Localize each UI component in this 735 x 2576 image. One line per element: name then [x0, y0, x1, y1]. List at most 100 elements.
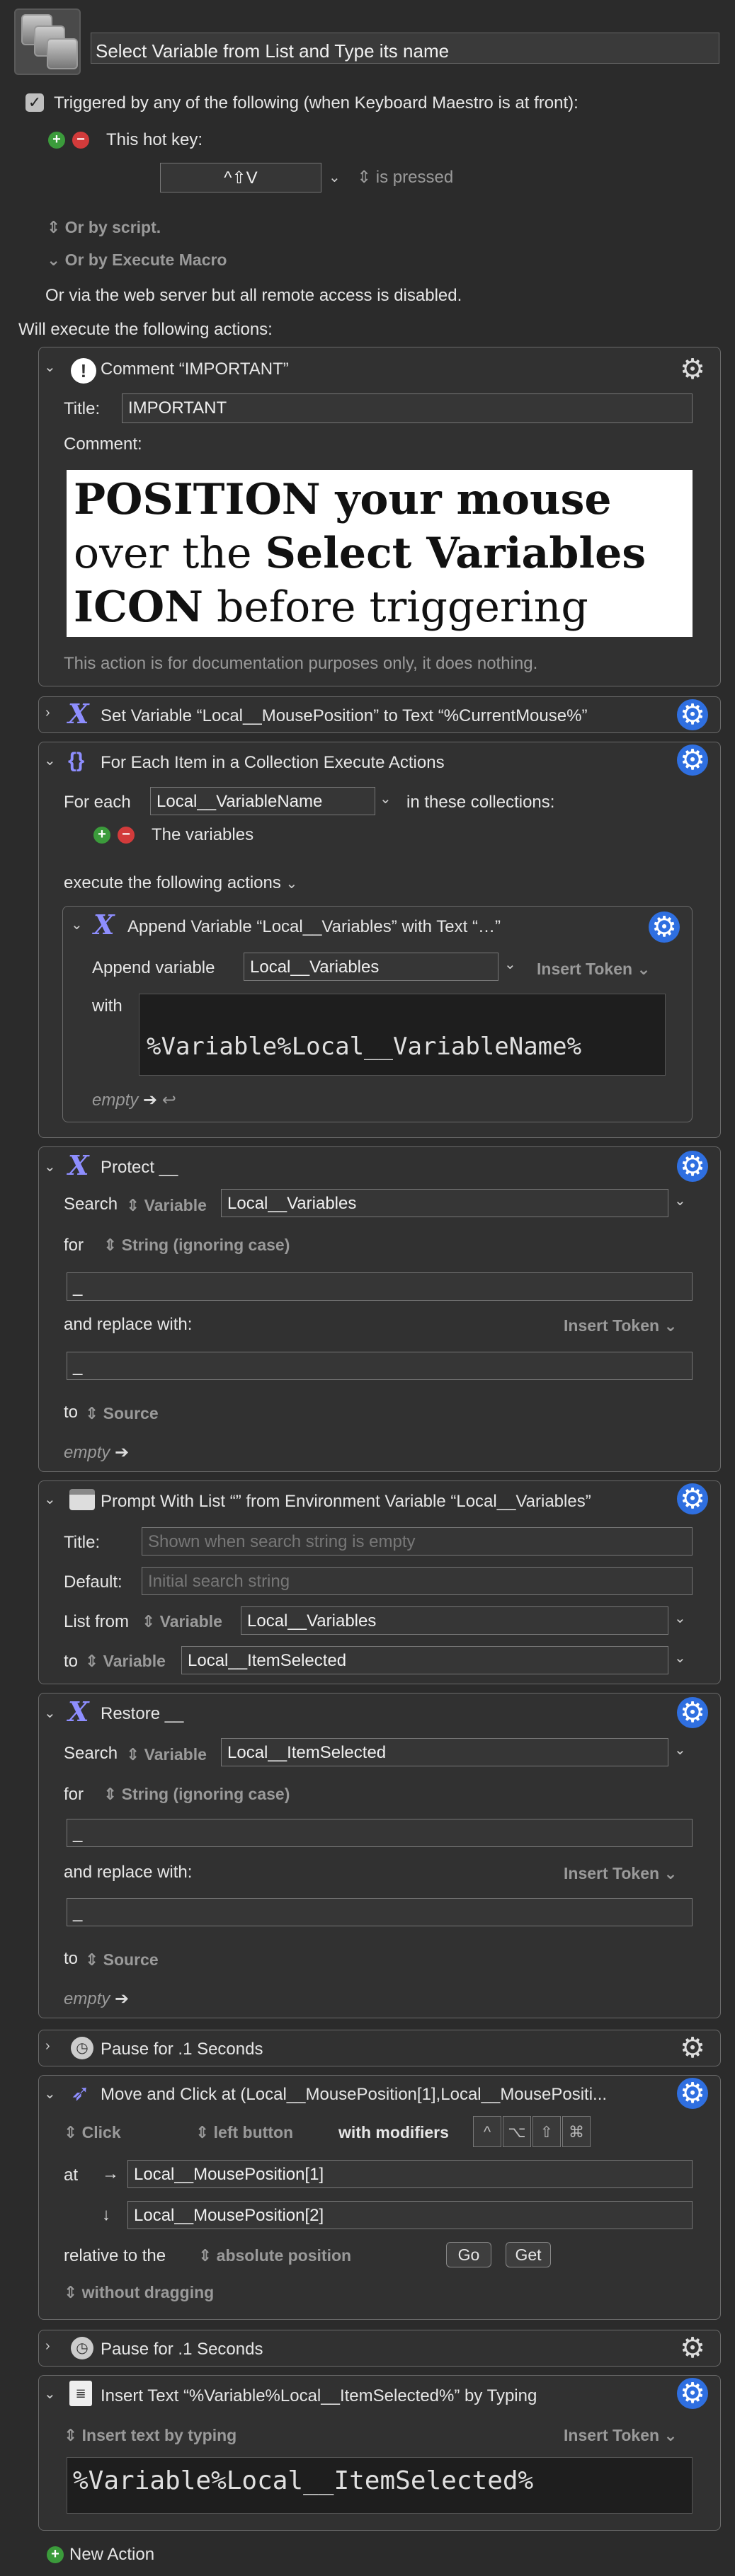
chevron-right-icon[interactable]: › [45, 2038, 50, 2054]
gear-icon[interactable]: ⚙ [677, 1151, 708, 1182]
protect-match-mode-select[interactable]: ⇕ String (ignoring case) [103, 1236, 290, 1255]
trigger-text: Triggered by any of the following (when … [54, 93, 579, 113]
modifier-option-key[interactable]: ⌥ [503, 2116, 531, 2147]
prompt-default-field[interactable]: Initial search string [142, 1567, 693, 1595]
protect-replace-field[interactable]: _ [67, 1352, 693, 1380]
gear-icon[interactable]: ⚙ [677, 1483, 708, 1514]
chevron-down-icon[interactable]: ⌄ [674, 1192, 686, 1209]
with-label: with [92, 996, 122, 1016]
modifier-command-key[interactable]: ⌘ [562, 2116, 591, 2147]
hotkey-mode-select[interactable]: ⇕ is pressed [357, 167, 453, 188]
gear-icon[interactable]: ⚙ [677, 2333, 708, 2364]
or-by-execute-macro[interactable]: ⌄ Or by Execute Macro [47, 251, 227, 270]
chevron-right-icon[interactable]: › [45, 705, 50, 721]
chevron-down-icon[interactable]: ⌄ [504, 955, 516, 973]
restore-source-type-select[interactable]: ⇕ Variable [126, 1745, 207, 1764]
prompt-to-type-select[interactable]: ⇕ Variable [85, 1652, 166, 1671]
comment-bold-1: POSITION your mouse [74, 475, 612, 524]
append-variable-field[interactable]: Local__Variables [244, 953, 498, 981]
prompt-list-variable-field[interactable]: Local__Variables [241, 1606, 668, 1635]
or-by-script[interactable]: ⇕ Or by script. [47, 218, 161, 237]
prompt-to-variable-field[interactable]: Local__ItemSelected [181, 1646, 668, 1674]
comment-title-field[interactable]: IMPORTANT [122, 393, 693, 423]
macro-title-field[interactable]: Select Variable from List and Type its n… [91, 33, 719, 64]
new-action-button[interactable]: New Action [69, 2545, 154, 2565]
restore-to-label: to [64, 1949, 79, 1968]
gear-icon[interactable]: ⚙ [677, 1697, 708, 1728]
restore-variable-field[interactable]: Local__ItemSelected [221, 1738, 668, 1766]
trigger-checkbox[interactable]: ✓ [25, 93, 44, 112]
chevron-down-icon[interactable]: ⌄ [44, 2085, 56, 2103]
hotkey-field[interactable]: ^⇧V [160, 163, 321, 192]
insert-text-field[interactable]: %Variable%Local__ItemSelected% [67, 2457, 693, 2514]
return-arrow-icon: ↩ [161, 1091, 176, 1110]
execute-label[interactable]: execute the following actions ⌄ [64, 873, 297, 893]
restore-empty-drop[interactable]: empty ➔ [64, 1989, 129, 2009]
prompt-to-label: to [64, 1652, 79, 1671]
collection-item[interactable]: The variables [152, 825, 253, 845]
gear-icon[interactable]: ⚙ [677, 354, 708, 385]
chevron-down-icon[interactable]: ⌄ [674, 1741, 686, 1759]
comment-icon: ! [71, 358, 96, 384]
comment-label: Comment: [64, 435, 142, 454]
chevron-down-icon[interactable]: ⌄ [44, 1158, 56, 1175]
protect-empty-drop[interactable]: empty ➔ [64, 1442, 129, 1463]
add-collection-icon[interactable]: + [93, 827, 110, 844]
protect-source-type-select[interactable]: ⇕ Variable [126, 1196, 207, 1215]
gear-icon[interactable]: ⚙ [677, 2078, 708, 2109]
append-text-field[interactable]: %Variable%Local__VariableName% [139, 994, 666, 1076]
restore-match-mode-select[interactable]: ⇕ String (ignoring case) [103, 1785, 290, 1804]
chevron-down-icon[interactable]: ⌄ [44, 752, 56, 769]
new-action-icon[interactable]: + [47, 2546, 64, 2563]
modifier-control-key[interactable]: ^ [473, 2116, 501, 2147]
comment-text-2: over the [74, 529, 266, 578]
chevron-down-icon[interactable]: ⌄ [44, 1704, 56, 1722]
chevron-down-icon[interactable]: ⌄ [44, 2385, 56, 2403]
chevron-down-icon[interactable]: ⌄ [44, 1490, 56, 1508]
chevron-down-icon[interactable]: ⌄ [674, 1649, 686, 1667]
get-button[interactable]: Get [506, 2242, 551, 2267]
prompt-title-field[interactable]: Shown when search string is empty [142, 1527, 693, 1556]
x-position-field[interactable]: Local__MousePosition[1] [127, 2160, 693, 2188]
insert-token-menu[interactable]: Insert Token ⌄ [537, 960, 651, 979]
protect-variable-field[interactable]: Local__Variables [221, 1189, 668, 1217]
y-position-field[interactable]: Local__MousePosition[2] [127, 2201, 693, 2229]
protect-to-select[interactable]: ⇕ Source [85, 1404, 159, 1423]
remove-collection-icon[interactable]: − [118, 827, 135, 844]
insert-token-menu[interactable]: Insert Token ⌄ [564, 1864, 678, 1883]
insert-token-menu[interactable]: Insert Token ⌄ [564, 2426, 678, 2445]
updown-arrows-icon: ⇕ [85, 1950, 99, 1969]
go-button[interactable]: Go [446, 2242, 491, 2267]
gear-icon[interactable]: ⚙ [677, 2378, 708, 2409]
chevron-down-icon[interactable]: ⌄ [380, 790, 392, 807]
modifier-shift-key[interactable]: ⇧ [532, 2116, 561, 2147]
comment-text-area[interactable]: POSITION your mouse over the Select Vari… [67, 470, 693, 637]
chevron-down-icon[interactable]: ⌄ [71, 916, 83, 933]
restore-search-field[interactable]: _ [67, 1819, 693, 1847]
insert-token-menu[interactable]: Insert Token ⌄ [564, 1316, 678, 1335]
insert-mode-select[interactable]: ⇕ Insert text by typing [64, 2426, 237, 2445]
protect-search-field[interactable]: _ [67, 1272, 693, 1301]
restore-replace-field[interactable]: _ [67, 1898, 693, 1926]
remove-trigger-icon[interactable]: − [72, 132, 89, 149]
add-trigger-icon[interactable]: + [48, 132, 65, 149]
chevron-down-icon[interactable]: ⌄ [674, 1609, 686, 1627]
chevron-down-icon[interactable]: ⌄ [329, 168, 341, 186]
gear-icon[interactable]: ⚙ [677, 2032, 708, 2064]
relative-mode-select[interactable]: ⇕ absolute position [198, 2246, 351, 2265]
chevron-right-icon[interactable]: › [45, 2338, 50, 2354]
click-type-select[interactable]: ⇕ Click [64, 2123, 121, 2142]
restore-to-select[interactable]: ⇕ Source [85, 1950, 159, 1970]
will-execute-label: Will execute the following actions: [18, 320, 273, 339]
drag-mode-select[interactable]: ⇕ without dragging [64, 2283, 214, 2302]
updown-arrows-icon: ⇕ [142, 1612, 156, 1631]
append-empty-drop[interactable]: empty ➔ ↩ [92, 1090, 176, 1110]
prompt-list-source-type-select[interactable]: ⇕ Variable [142, 1612, 222, 1631]
gear-icon[interactable]: ⚙ [649, 912, 680, 943]
arrow-right-icon: ➔ [115, 1989, 130, 2008]
mouse-button-select[interactable]: ⇕ left button [195, 2123, 293, 2142]
gear-icon[interactable]: ⚙ [677, 699, 708, 730]
for-each-variable-field[interactable]: Local__VariableName [150, 787, 375, 815]
gear-icon[interactable]: ⚙ [677, 744, 708, 776]
chevron-down-icon[interactable]: ⌄ [44, 358, 56, 376]
